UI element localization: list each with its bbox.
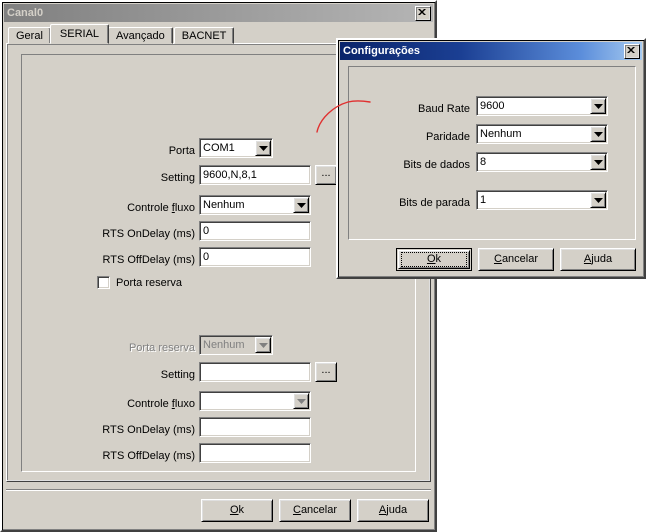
reserva-rts-offdelay-label: RTS OffDelay (ms)	[102, 450, 196, 462]
controle-fluxo-label: Controle fluxo	[127, 202, 195, 214]
configuracoes-dialog: Configurações Baud Rate 9600 Paridade Ne…	[336, 38, 646, 279]
close-icon	[418, 8, 426, 15]
baud-rate-arrow[interactable]	[590, 98, 606, 114]
paridade-value: Nenhum	[476, 124, 608, 144]
main-window-title: Canal0	[7, 7, 44, 19]
rts-offdelay-input[interactable]: 0	[199, 247, 311, 267]
bits-de-parada-combo[interactable]: 1	[476, 190, 608, 210]
chevron-down-icon	[594, 160, 603, 165]
tab-geral-label: Geral	[16, 30, 43, 42]
configuracoes-cancel-label: Cancelar	[493, 253, 539, 265]
tab-avancado[interactable]: Avançado	[108, 27, 173, 44]
chevron-down-icon	[259, 146, 268, 151]
configuracoes-titlebar[interactable]: Configurações	[340, 42, 642, 60]
bits-de-dados-arrow[interactable]	[590, 154, 606, 170]
configuracoes-help-label: Ajuda	[583, 253, 613, 265]
controle-fluxo-arrow[interactable]	[293, 197, 309, 213]
bits-de-dados-value: 8	[476, 152, 608, 172]
porta-reserva-checkbox[interactable]	[97, 276, 110, 289]
reserva-rts-offdelay-input[interactable]	[199, 443, 311, 463]
paridade-label: Paridade	[425, 131, 470, 143]
configuracoes-help-button[interactable]: Ajuda	[560, 248, 636, 271]
rts-ondelay-input[interactable]: 0	[199, 221, 311, 241]
bits-de-parada-value: 1	[476, 190, 608, 210]
tab-bacnet[interactable]: BACNET	[173, 27, 235, 44]
tab-serial[interactable]: SERIAL	[49, 24, 110, 44]
tab-avancado-label: Avançado	[116, 30, 165, 42]
main-ok-button[interactable]: Ok	[201, 499, 273, 522]
main-window-titlebar[interactable]: Canal0	[4, 4, 433, 22]
paridade-combo[interactable]: Nenhum	[476, 124, 608, 144]
porta-combo[interactable]: COM1	[199, 138, 273, 158]
reserva-setting-browse-button[interactable]: ...	[315, 362, 337, 382]
configuracoes-title: Configurações	[343, 45, 421, 57]
setting-browse-label: ...	[321, 167, 331, 179]
main-window-button-separator	[6, 489, 431, 491]
controle-fluxo-combo[interactable]: Nenhum	[199, 195, 311, 215]
chevron-down-icon	[594, 132, 603, 137]
bits-de-parada-label: Bits de parada	[399, 197, 470, 209]
screen: Canal0 Geral SERIAL Avançado BACNET Port…	[0, 0, 646, 532]
bits-de-dados-label: Bits de dados	[403, 159, 470, 171]
porta-label: Porta	[168, 145, 195, 157]
main-help-label: Ajuda	[378, 504, 408, 516]
bits-de-dados-combo[interactable]: 8	[476, 152, 608, 172]
tab-strip[interactable]: Geral SERIAL Avançado BACNET	[8, 24, 235, 44]
tab-geral[interactable]: Geral	[8, 27, 51, 44]
reserva-rts-ondelay-label: RTS OnDelay (ms)	[102, 424, 195, 436]
porta-combo-arrow[interactable]	[255, 140, 271, 156]
reserva-controle-fluxo-combo[interactable]	[199, 391, 311, 411]
setting-label: Setting	[160, 172, 195, 184]
chevron-down-icon	[297, 399, 306, 404]
porta-reserva-combo[interactable]: Nenhum	[199, 335, 273, 355]
reserva-setting-browse-label: ...	[321, 364, 331, 376]
setting-browse-button[interactable]: ...	[315, 165, 337, 185]
chevron-down-icon	[259, 343, 268, 348]
close-icon	[627, 46, 635, 53]
reserva-setting-input[interactable]	[199, 362, 311, 382]
tab-bacnet-label: BACNET	[181, 30, 227, 42]
chevron-down-icon	[594, 104, 603, 109]
rts-offdelay-label: RTS OffDelay (ms)	[102, 254, 196, 266]
configuracoes-ok-button[interactable]: Ok	[396, 248, 472, 271]
tab-serial-label: SERIAL	[59, 28, 100, 40]
porta-reserva-checkbox-label: Porta reserva	[116, 277, 183, 289]
bits-de-parada-arrow[interactable]	[590, 192, 606, 208]
baud-rate-label: Baud Rate	[418, 103, 470, 115]
main-ok-label: Ok	[229, 504, 245, 516]
reserva-controle-fluxo-label: Controle fluxo	[127, 398, 195, 410]
configuracoes-ok-label: Ok	[426, 253, 442, 265]
baud-rate-combo[interactable]: 9600	[476, 96, 608, 116]
reserva-controle-fluxo-arrow[interactable]	[293, 393, 309, 409]
main-help-button[interactable]: Ajuda	[357, 499, 429, 522]
baud-rate-value: 9600	[476, 96, 608, 116]
setting-input[interactable]: 9600,N,8,1	[199, 165, 311, 185]
chevron-down-icon	[297, 203, 306, 208]
paridade-arrow[interactable]	[590, 126, 606, 142]
configuracoes-cancel-button[interactable]: Cancelar	[478, 248, 554, 271]
main-cancel-label: Cancelar	[292, 504, 338, 516]
porta-reserva-label: Porta reserva	[128, 342, 195, 354]
main-cancel-button[interactable]: Cancelar	[279, 499, 351, 522]
close-button[interactable]	[415, 5, 431, 21]
reserva-rts-ondelay-input[interactable]	[199, 417, 311, 437]
configuracoes-close-button[interactable]	[624, 43, 640, 59]
porta-reserva-combo-arrow[interactable]	[255, 337, 271, 353]
reserva-setting-label: Setting	[160, 369, 195, 381]
rts-ondelay-label: RTS OnDelay (ms)	[102, 228, 195, 240]
chevron-down-icon	[594, 198, 603, 203]
